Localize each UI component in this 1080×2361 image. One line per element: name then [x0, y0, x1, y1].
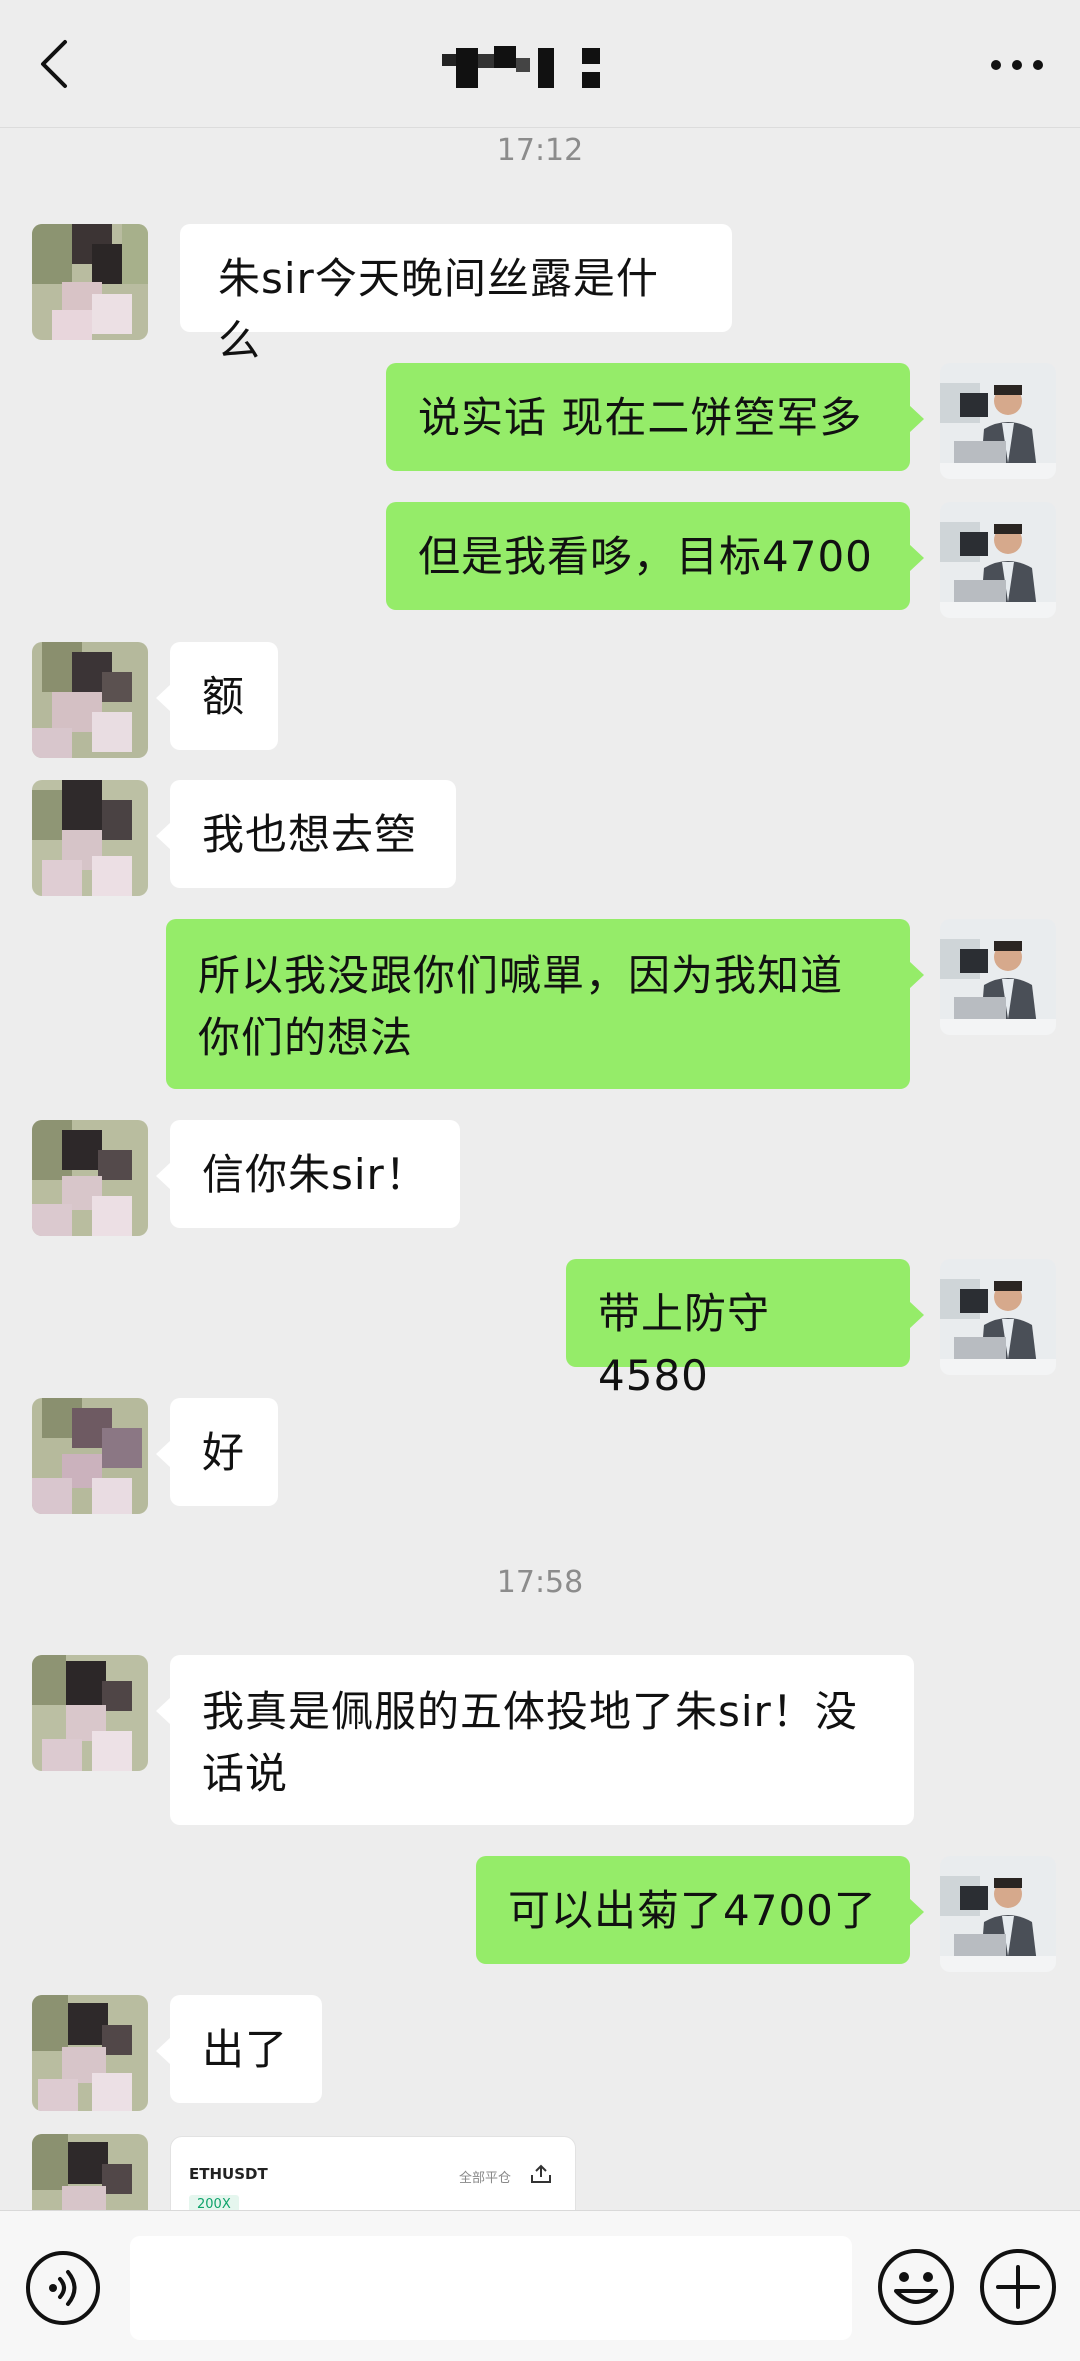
contact-avatar[interactable]	[32, 1995, 148, 2111]
contact-avatar[interactable]	[32, 1398, 148, 1514]
message-text: 但是我看哆，目标4700	[418, 532, 873, 581]
message-bubble[interactable]: 但是我看哆，目标4700	[386, 502, 924, 610]
message-text: 朱sir今天晚间丝露是什么	[218, 254, 659, 365]
message-text: 我也想去箜	[202, 810, 418, 859]
message-text: 我真是佩服的五体投地了朱sir！没话说	[202, 1687, 858, 1798]
emoji-icon[interactable]	[876, 2247, 956, 2327]
my-avatar[interactable]	[940, 502, 1056, 618]
message-bubble[interactable]: 可以出菊了4700了	[476, 1856, 924, 1964]
back-button[interactable]	[28, 34, 80, 94]
message-bubble[interactable]: 带上防守4580	[566, 1259, 924, 1400]
contact-avatar[interactable]	[32, 224, 148, 340]
message-text: 额	[202, 672, 246, 721]
card-symbol: ETHUSDT	[189, 2165, 268, 2183]
message-text: 所以我没跟你们喊單，因为我知道你们的想法	[198, 951, 844, 1062]
my-avatar[interactable]	[940, 363, 1056, 479]
message-bubble[interactable]: 好	[156, 1398, 278, 1506]
contact-avatar[interactable]	[32, 780, 148, 896]
contact-avatar[interactable]	[32, 2134, 148, 2210]
share-icon	[531, 2164, 551, 2183]
message-bubble[interactable]: 额	[156, 642, 278, 750]
message-bubble[interactable]: 朱sir今天晚间丝露是什么	[180, 224, 732, 365]
my-avatar[interactable]	[940, 1259, 1056, 1375]
chat-header	[0, 0, 1080, 128]
timestamp: 17:12	[496, 133, 584, 168]
more-dots-icon	[991, 60, 1043, 70]
message-bubble[interactable]: 信你朱sir！	[156, 1120, 460, 1228]
message-text: 出了	[202, 2025, 289, 2074]
voice-icon[interactable]	[24, 2249, 102, 2327]
contact-avatar[interactable]	[32, 642, 148, 758]
more-button[interactable]	[982, 40, 1052, 90]
chevron-left-icon	[41, 40, 67, 88]
my-avatar[interactable]	[940, 1856, 1056, 1972]
message-input[interactable]	[130, 2236, 852, 2340]
message-text: 可以出菊了4700了	[508, 1886, 877, 1935]
card-action: 全部平仓	[459, 2171, 512, 2186]
message-bubble[interactable]: 我也想去箜	[156, 780, 456, 888]
message-bubble[interactable]: 我真是佩服的五体投地了朱sir！没话说	[156, 1655, 914, 1825]
plus-icon[interactable]	[978, 2247, 1058, 2327]
message-bubble[interactable]: 出了	[156, 1995, 322, 2103]
my-avatar[interactable]	[940, 919, 1056, 1035]
message-bubble[interactable]: 所以我没跟你们喊單，因为我知道你们的想法	[166, 919, 924, 1089]
message-text: 好	[202, 1428, 246, 1477]
message-text: 信你朱sir！	[202, 1150, 428, 1199]
message-text: 带上防守4580	[598, 1289, 771, 1400]
message-bubble[interactable]: 说实话 现在二饼箜军多	[386, 363, 924, 471]
input-bar	[0, 2210, 1080, 2361]
timestamp: 17:58	[496, 1565, 584, 1600]
contact-avatar[interactable]	[32, 1655, 148, 1771]
message-text: 说实话 现在二饼箜军多	[418, 393, 863, 442]
title-mosaic	[442, 46, 600, 88]
contact-avatar[interactable]	[32, 1120, 148, 1236]
